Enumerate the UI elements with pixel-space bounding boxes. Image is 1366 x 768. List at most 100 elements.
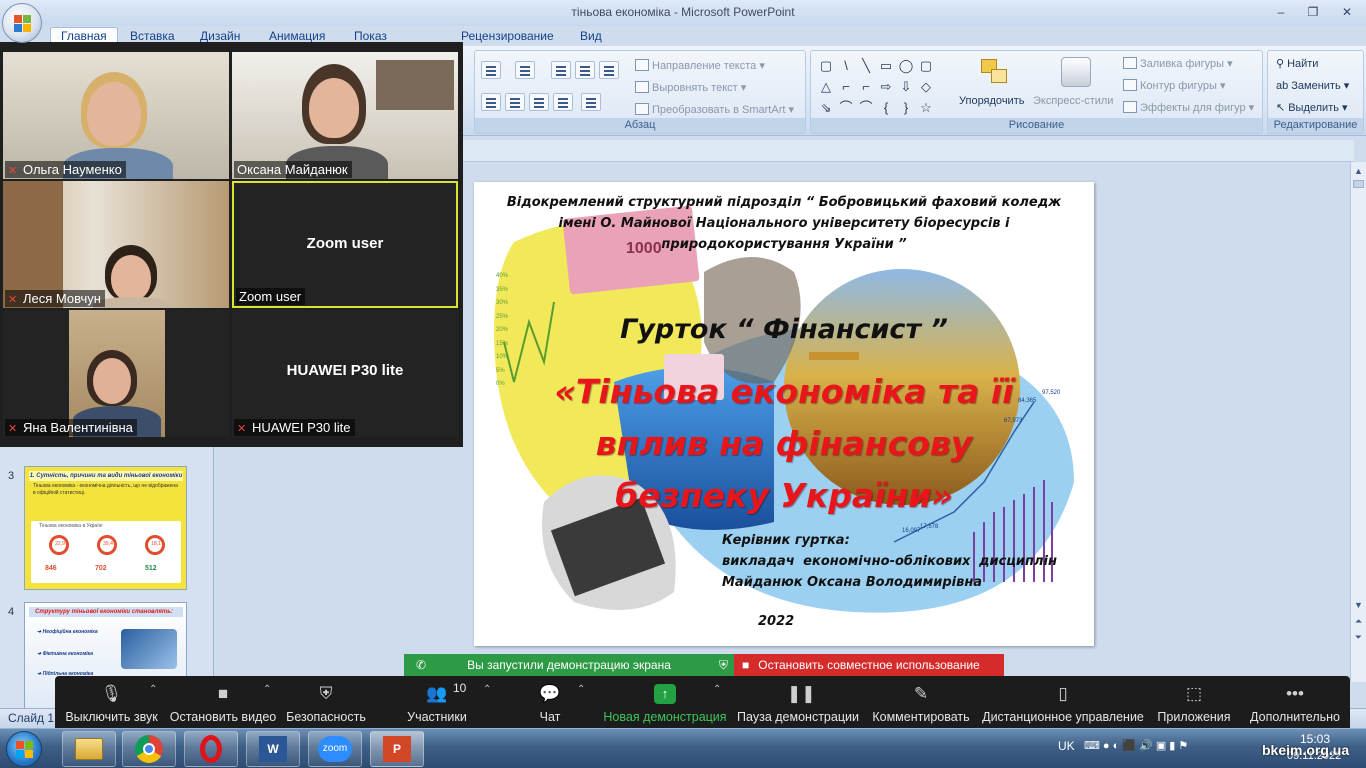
more-button[interactable]: ••• Дополнительно [1243, 676, 1347, 728]
shape-option[interactable]: ☆ [917, 99, 935, 117]
taskbar-zoom[interactable]: zoom [308, 731, 362, 767]
shape-option[interactable]: ╲ [857, 57, 875, 75]
maximize-button[interactable]: ❐ [1300, 3, 1326, 21]
thumb-heading: Структуру тіньової економіки становлять: [29, 607, 183, 617]
shape-option[interactable]: ⇩ [897, 78, 915, 96]
participant-name-label: ✕ Яна Валентинівна [5, 419, 137, 436]
shape-option[interactable]: ⌐ [857, 78, 875, 96]
next-slide-icon[interactable]: ⏷ [1353, 632, 1364, 642]
chevron-up-icon[interactable]: ⌃ [149, 684, 157, 695]
shape-fill-button[interactable]: Заливка фигуры ▾ [1123, 57, 1233, 70]
tab-review[interactable]: Рецензирование [451, 28, 564, 46]
video-tile[interactable]: ✕ Ольга Науменко [3, 52, 229, 179]
apps-button[interactable]: ⬚ Приложения [1153, 676, 1235, 728]
align-text-button[interactable]: Выровнять текст ▾ [635, 81, 746, 94]
chat-button[interactable]: 💬 ⌃ Чат [525, 676, 585, 728]
close-button[interactable]: ✕ [1334, 3, 1360, 21]
replace-button[interactable]: ab Заменить ▾ [1276, 79, 1349, 92]
shape-option[interactable]: △ [817, 78, 835, 96]
taskbar-opera[interactable] [184, 731, 238, 767]
video-tile-active-speaker[interactable]: Zoom user Zoom user [232, 181, 458, 308]
chevron-up-icon[interactable]: ⌃ [713, 684, 721, 695]
stop-square-icon: ■ [742, 658, 750, 672]
tab-view[interactable]: Вид [570, 28, 612, 46]
shapes-gallery[interactable]: ▢ \ ╲ ▭ ◯ ▢ △ ⌐ ⌐ ⇨ ⇩ ◇ ⇘ ⌒ ⌒{} ☆ [817, 57, 945, 119]
ellipsis-icon: ••• [1286, 684, 1304, 703]
increase-indent-button[interactable] [575, 61, 595, 79]
vertical-scrollbar[interactable]: ▲ ▼ ⏶ ⏷ [1350, 162, 1366, 682]
scroll-up-icon[interactable]: ▲ [1353, 166, 1364, 176]
scroll-down-icon[interactable]: ▼ [1353, 600, 1364, 610]
shield-check-icon: ⛨ [718, 658, 728, 672]
arrange-icon [977, 55, 1011, 89]
office-button[interactable] [2, 3, 42, 43]
stop-share-button[interactable]: ■ Остановить совместное использование [734, 654, 1004, 676]
zoom-video-gallery: ✕ Ольга Науменко Оксана Майданюк ✕ Леся Мо… [0, 42, 463, 447]
participant-video [69, 310, 165, 437]
shape-option[interactable]: ⌐ [837, 78, 855, 96]
find-button[interactable]: ⚲ Найти [1276, 57, 1318, 70]
shape-option[interactable]: ⇘ [817, 99, 835, 117]
shape-option[interactable]: ⌒ [857, 99, 875, 117]
taskbar-powerpoint[interactable]: P [370, 731, 424, 767]
participant-center-name: Zoom user [306, 235, 384, 252]
drawing-group: ▢ \ ╲ ▭ ◯ ▢ △ ⌐ ⌐ ⇨ ⇩ ◇ ⇘ ⌒ ⌒{} ☆ Упорядочить Экспресс-… [810, 50, 1263, 134]
scroll-thumb[interactable] [1353, 180, 1364, 188]
pause-share-button[interactable]: ❚❚ Пауза демонстрации [737, 676, 859, 728]
line-spacing-button[interactable] [599, 61, 619, 79]
align-left-button[interactable] [481, 93, 501, 111]
chat-bubble-icon: 💬 [539, 684, 561, 703]
quick-styles-button[interactable]: Экспресс-стили [1033, 95, 1113, 107]
start-button[interactable] [6, 731, 42, 767]
institution-heading: Відокремлений структурний підрозділ “ Бо… [506, 195, 1062, 252]
shape-option[interactable]: { [877, 99, 895, 117]
taskbar-chrome[interactable] [122, 731, 176, 767]
participants-button[interactable]: 👥 10 ⌃ Участники [395, 676, 491, 728]
language-indicator[interactable]: UK [1058, 739, 1075, 753]
new-share-button[interactable]: ↑ ⌃ Новая демонстрация [603, 676, 727, 728]
shape-option[interactable]: ⇨ [877, 78, 895, 96]
taskbar-word[interactable]: W [246, 731, 300, 767]
windows-taskbar: W zoom P UK ⌨ ● ◐ ⬛ 🔊 ▣ ▮ ⚑ 15:03 09.11.… [0, 728, 1366, 768]
select-button[interactable]: ↖ Выделить ▾ [1276, 101, 1348, 114]
annotate-button[interactable]: ✎ Комментировать [869, 676, 973, 728]
shape-option[interactable]: ▢ [917, 57, 935, 75]
chevron-up-icon[interactable]: ⌃ [483, 684, 491, 695]
shape-option[interactable]: } [897, 99, 915, 117]
security-button[interactable]: ⛨ Безопасность [283, 676, 369, 728]
shape-option[interactable]: ⌒ [837, 99, 855, 117]
shape-option[interactable]: \ [837, 57, 855, 75]
shape-effects-button[interactable]: Эффекты для фигур ▾ [1123, 101, 1254, 114]
tray-icons[interactable]: ⌨ ● ◐ ⬛ 🔊 ▣ ▮ ⚑ [1084, 739, 1188, 752]
shape-option[interactable]: ▭ [877, 57, 895, 75]
smartart-button[interactable]: Преобразовать в SmartArt ▾ [635, 103, 794, 116]
taskbar-explorer[interactable] [62, 731, 116, 767]
slide-thumbnail-3[interactable]: 1. Сутність, причини та види тіньової ек… [24, 466, 187, 590]
justify-button[interactable] [553, 93, 573, 111]
remote-control-button[interactable]: ▯ Дистанционное управление [981, 676, 1145, 728]
text-direction-button[interactable]: Направление текста ▾ [635, 59, 765, 72]
align-center-button[interactable] [505, 93, 525, 111]
video-tile[interactable]: HUAWEI P30 lite ✕ HUAWEI P30 lite [232, 310, 458, 437]
numbering-button[interactable] [515, 61, 535, 79]
stop-video-button[interactable]: ■ ⌃ Остановить видео [169, 676, 277, 728]
current-slide[interactable]: 40% 35% 30% 25% 20% 15% 10% 5% 0% 1000 97,520 … [474, 182, 1094, 646]
video-tile[interactable]: ✕ Леся Мовчун [3, 181, 229, 308]
chevron-up-icon[interactable]: ⌃ [577, 684, 585, 695]
office-logo-icon [14, 15, 32, 33]
shape-option[interactable]: ◯ [897, 57, 915, 75]
video-tile[interactable]: ✕ Яна Валентинівна [3, 310, 229, 437]
mute-button[interactable]: 🎙 ⌃ Выключить звук [59, 676, 164, 728]
previous-slide-icon[interactable]: ⏶ [1353, 616, 1364, 626]
align-right-button[interactable] [529, 93, 549, 111]
shape-option[interactable]: ▢ [817, 57, 835, 75]
columns-button[interactable] [581, 93, 601, 111]
video-tile[interactable]: Оксана Майданюк [232, 52, 458, 179]
bullets-button[interactable] [481, 61, 501, 79]
chevron-up-icon[interactable]: ⌃ [263, 684, 271, 695]
shape-outline-button[interactable]: Контур фигуры ▾ [1123, 79, 1226, 92]
minimize-button[interactable]: – [1268, 3, 1294, 21]
decrease-indent-button[interactable] [551, 61, 571, 79]
arrange-button[interactable]: Упорядочить [959, 95, 1024, 107]
shape-option[interactable]: ◇ [917, 78, 935, 96]
